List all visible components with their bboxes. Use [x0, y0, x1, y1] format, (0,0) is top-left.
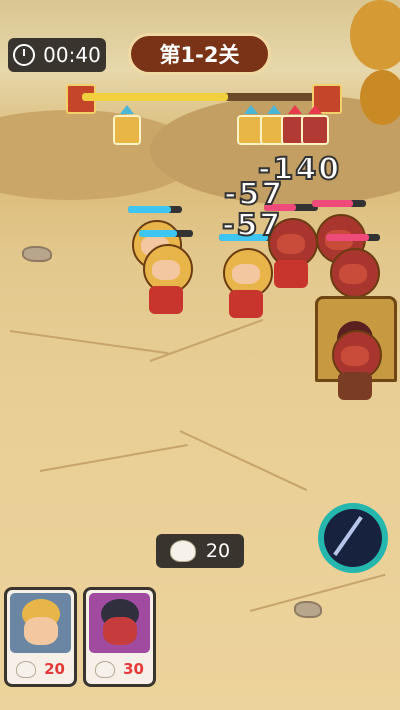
resource-count: 20 — [205, 540, 231, 562]
rock — [22, 246, 52, 262]
enemy-unit-marker — [301, 105, 329, 145]
steamed-bun-icon — [95, 660, 116, 678]
stage-title: 第1-2关 — [159, 43, 240, 67]
card-cost-value: 20 — [44, 660, 65, 678]
background-tree — [360, 70, 400, 125]
general-portrait — [10, 593, 71, 653]
damage-number: -57 — [221, 207, 283, 244]
clock-icon — [13, 44, 36, 66]
damage-number: -57 — [223, 176, 285, 213]
battle-timer: 00:40 — [8, 38, 106, 72]
lane-progress-bar — [82, 93, 318, 101]
spear-skill-button[interactable] — [318, 503, 388, 573]
card-cost-value: 30 — [123, 660, 144, 678]
enemy-health-bar — [326, 234, 380, 241]
rock — [294, 601, 322, 618]
ally-health-bar — [139, 230, 193, 237]
unit-card-dark-general[interactable]: 30 — [83, 587, 156, 687]
ground-crack — [39, 443, 188, 472]
steamed-bun-counter: 20 — [156, 534, 244, 568]
game-screen: 00:40 第1-2关 -140 -57 -57 20 20 30 — [0, 0, 400, 710]
ally-unit-marker — [113, 105, 141, 145]
unit-card-armored-general[interactable]: 20 — [4, 587, 77, 687]
background-tree — [350, 0, 400, 70]
stage-title-badge: 第1-2关 — [128, 33, 271, 75]
steamed-bun-icon — [169, 540, 196, 562]
ground-crack — [9, 330, 169, 355]
ground-crack — [179, 430, 308, 492]
lane-progress-fill — [82, 93, 229, 101]
ally-health-bar — [128, 206, 182, 213]
card-cost: 20 — [7, 660, 74, 678]
general-portrait — [89, 593, 150, 653]
enemy-health-bar — [312, 200, 366, 207]
steamed-bun-icon — [16, 660, 37, 678]
ground-crack — [149, 319, 264, 362]
card-cost: 30 — [86, 660, 153, 678]
timer-text: 00:40 — [43, 43, 101, 67]
